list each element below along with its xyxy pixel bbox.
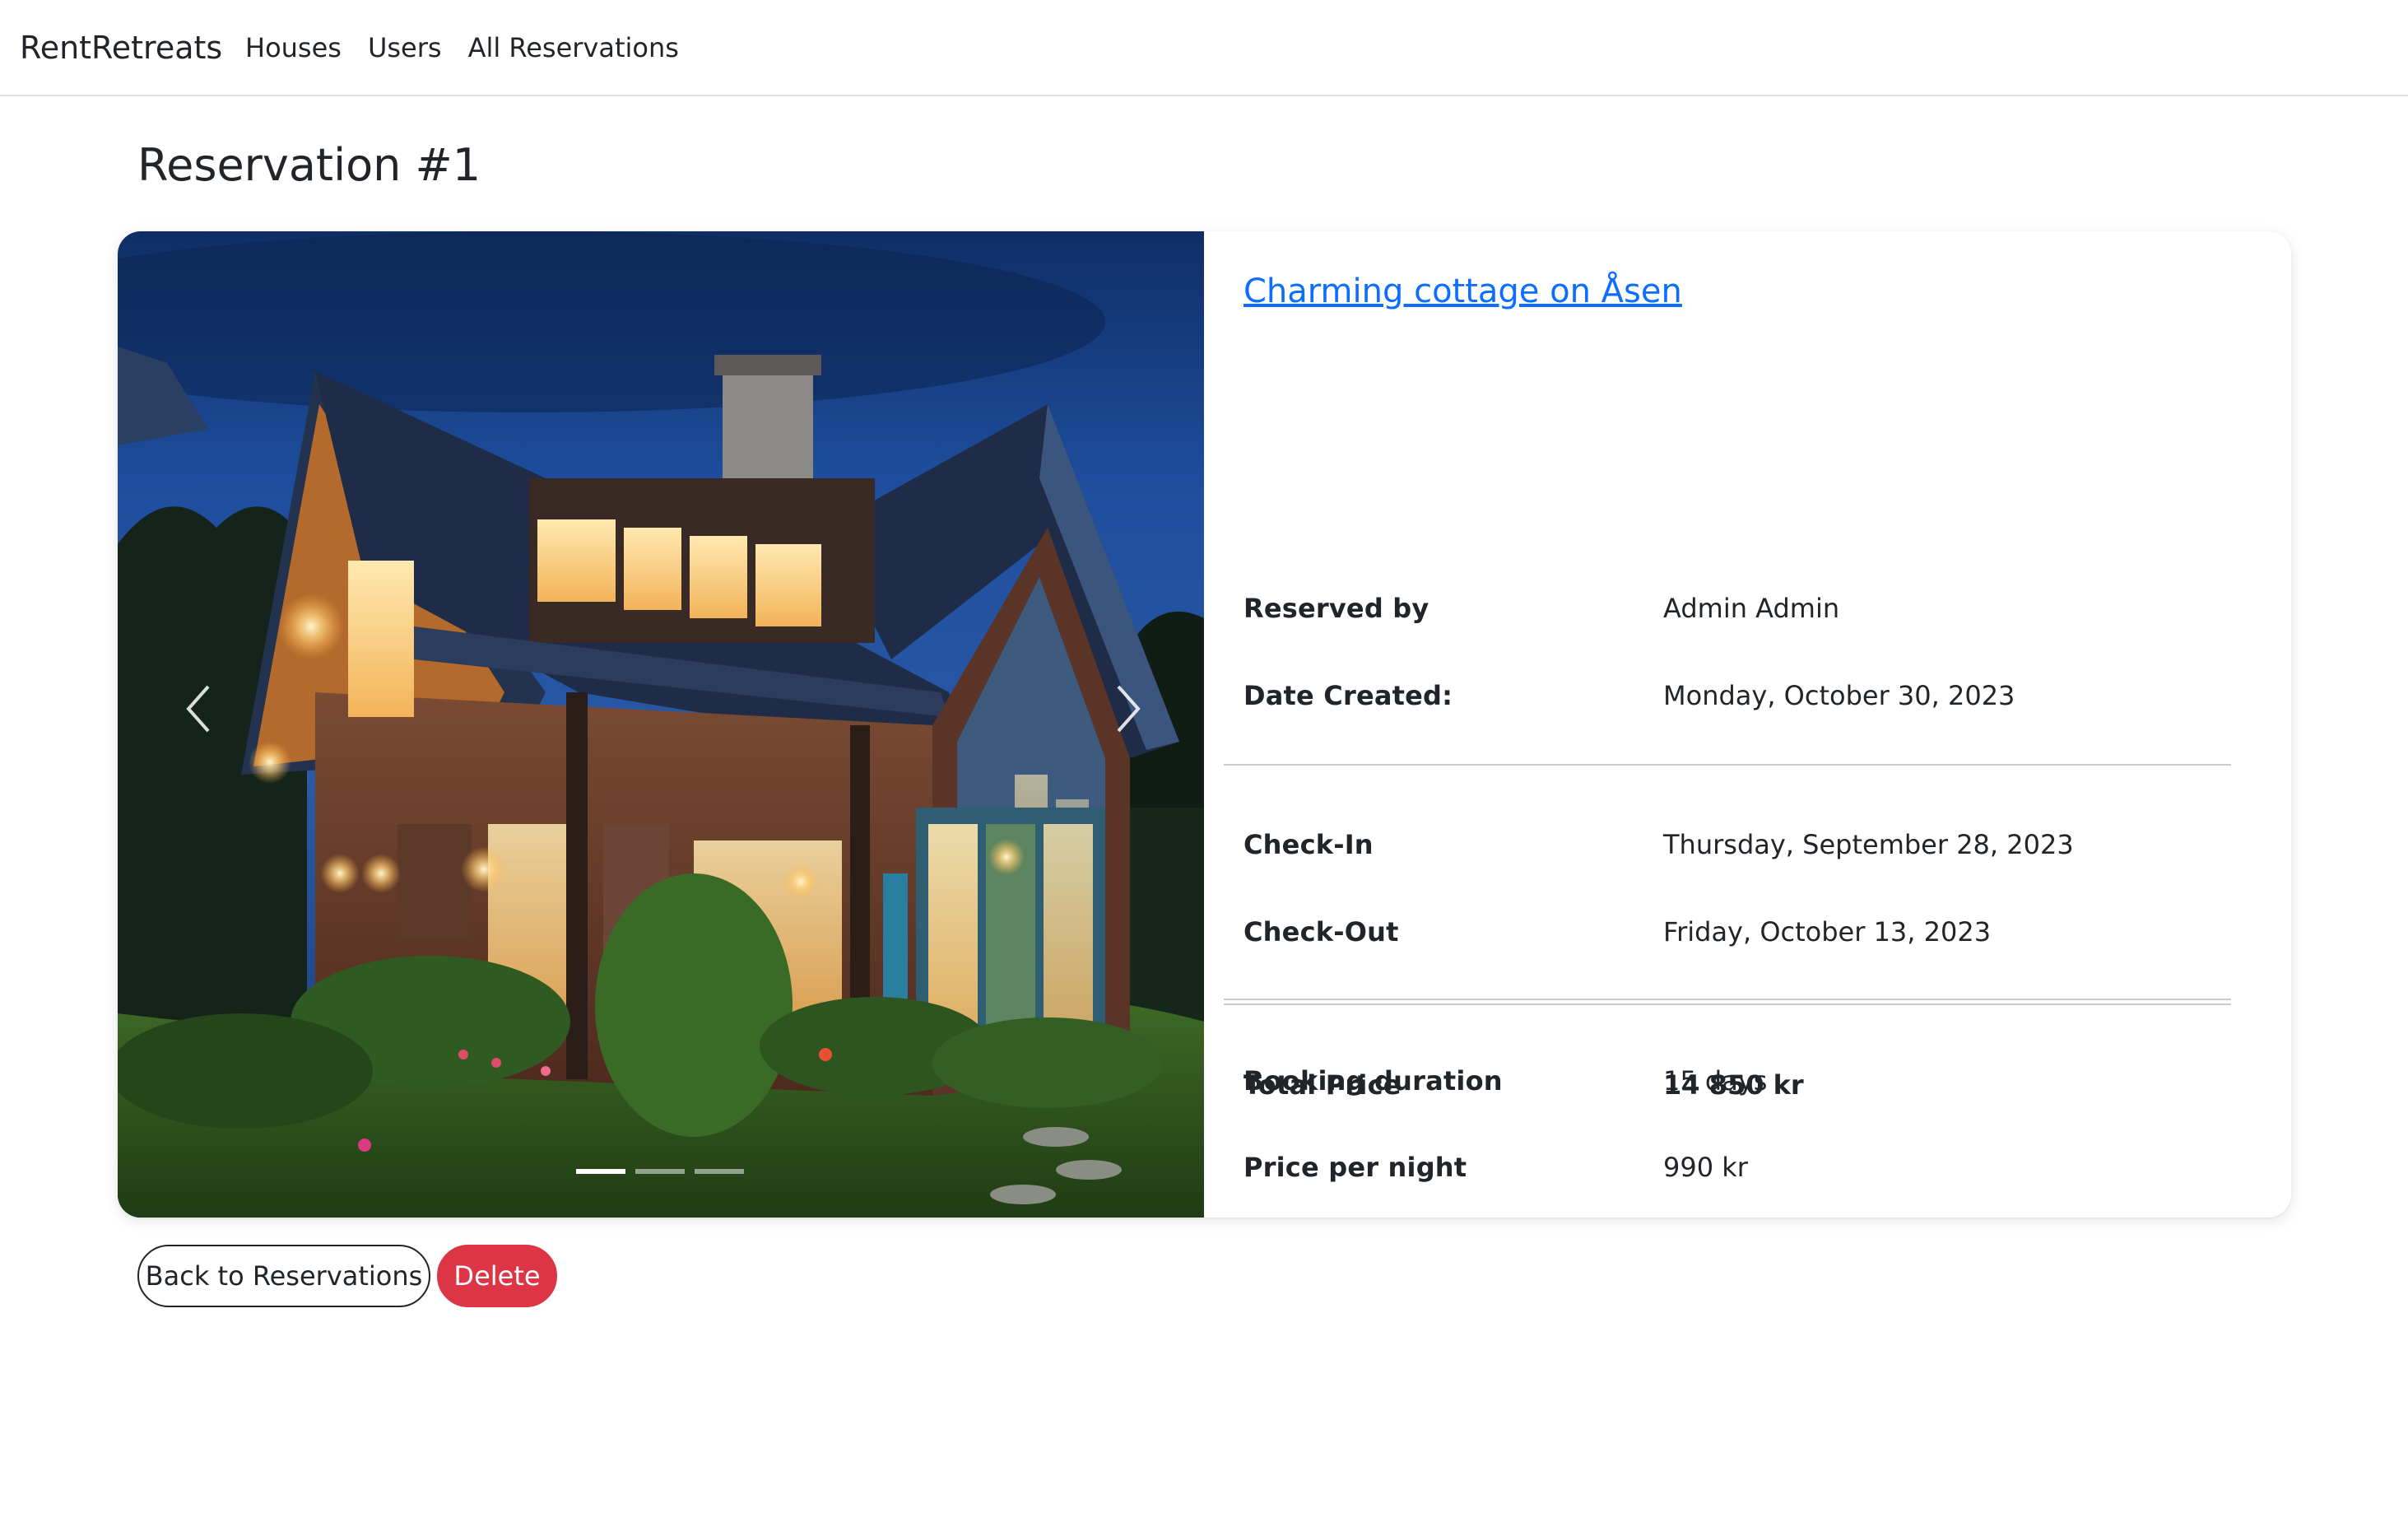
detail-row-date-created: Date Created: Monday, October 30, 2023 (1244, 671, 2231, 720)
page-title: Reservation #1 (137, 139, 481, 191)
detail-label: Reserved by (1244, 593, 1429, 624)
detail-value: Thursday, September 28, 2023 (1663, 829, 2074, 860)
carousel-indicator-1[interactable] (576, 1169, 625, 1174)
divider (1224, 764, 2231, 766)
nav-links: Houses Users All Reservations (245, 28, 705, 68)
carousel-next-button[interactable] (1087, 659, 1169, 758)
detail-label: Total Price (1244, 1069, 1402, 1101)
house-photo (118, 231, 1204, 1218)
chevron-left-icon (186, 685, 210, 733)
detail-label: Check-In (1244, 829, 1374, 860)
detail-row-check-in: Check-In Thursday, September 28, 2023 (1244, 820, 2231, 869)
detail-row-price-per-night: Price per night 990 kr (1244, 1143, 2231, 1192)
detail-row-check-out: Check-Out Friday, October 13, 2023 (1244, 907, 2231, 957)
carousel-indicator-2[interactable] (635, 1169, 685, 1174)
detail-row-total-price: Total Price 14 850 kr (1244, 1060, 2231, 1110)
detail-row-reserved-by: Reserved by Admin Admin (1244, 584, 2231, 633)
detail-value: Admin Admin (1663, 593, 1840, 624)
back-to-reservations-button[interactable]: Back to Reservations (137, 1245, 430, 1307)
top-navbar: RentRetreats Houses Users All Reservatio… (0, 0, 2408, 96)
detail-value: Friday, October 13, 2023 (1663, 916, 1992, 948)
brand-link[interactable]: RentRetreats (20, 25, 222, 71)
carousel-indicator-3[interactable] (695, 1169, 744, 1174)
carousel-indicators (576, 1169, 744, 1174)
house-name-link[interactable]: Charming cottage on Åsen (1244, 268, 1682, 315)
divider (1224, 1003, 2231, 1005)
delete-button[interactable]: Delete (437, 1245, 557, 1307)
nav-link-users[interactable]: Users (368, 28, 442, 68)
total-price-value: 14 850 kr (1663, 1069, 1804, 1101)
chevron-right-icon (1117, 685, 1141, 733)
divider (1224, 999, 2231, 1000)
detail-label: Price per night (1244, 1152, 1467, 1183)
nav-link-houses[interactable]: Houses (245, 28, 342, 68)
detail-label: Check-Out (1244, 916, 1399, 948)
carousel-prev-button[interactable] (157, 659, 239, 758)
house-image-carousel[interactable] (118, 231, 1204, 1218)
nav-link-all-reservations[interactable]: All Reservations (468, 28, 679, 68)
detail-value: 990 kr (1663, 1152, 1748, 1183)
detail-label: Date Created: (1244, 680, 1453, 711)
detail-value: Monday, October 30, 2023 (1663, 680, 2015, 711)
